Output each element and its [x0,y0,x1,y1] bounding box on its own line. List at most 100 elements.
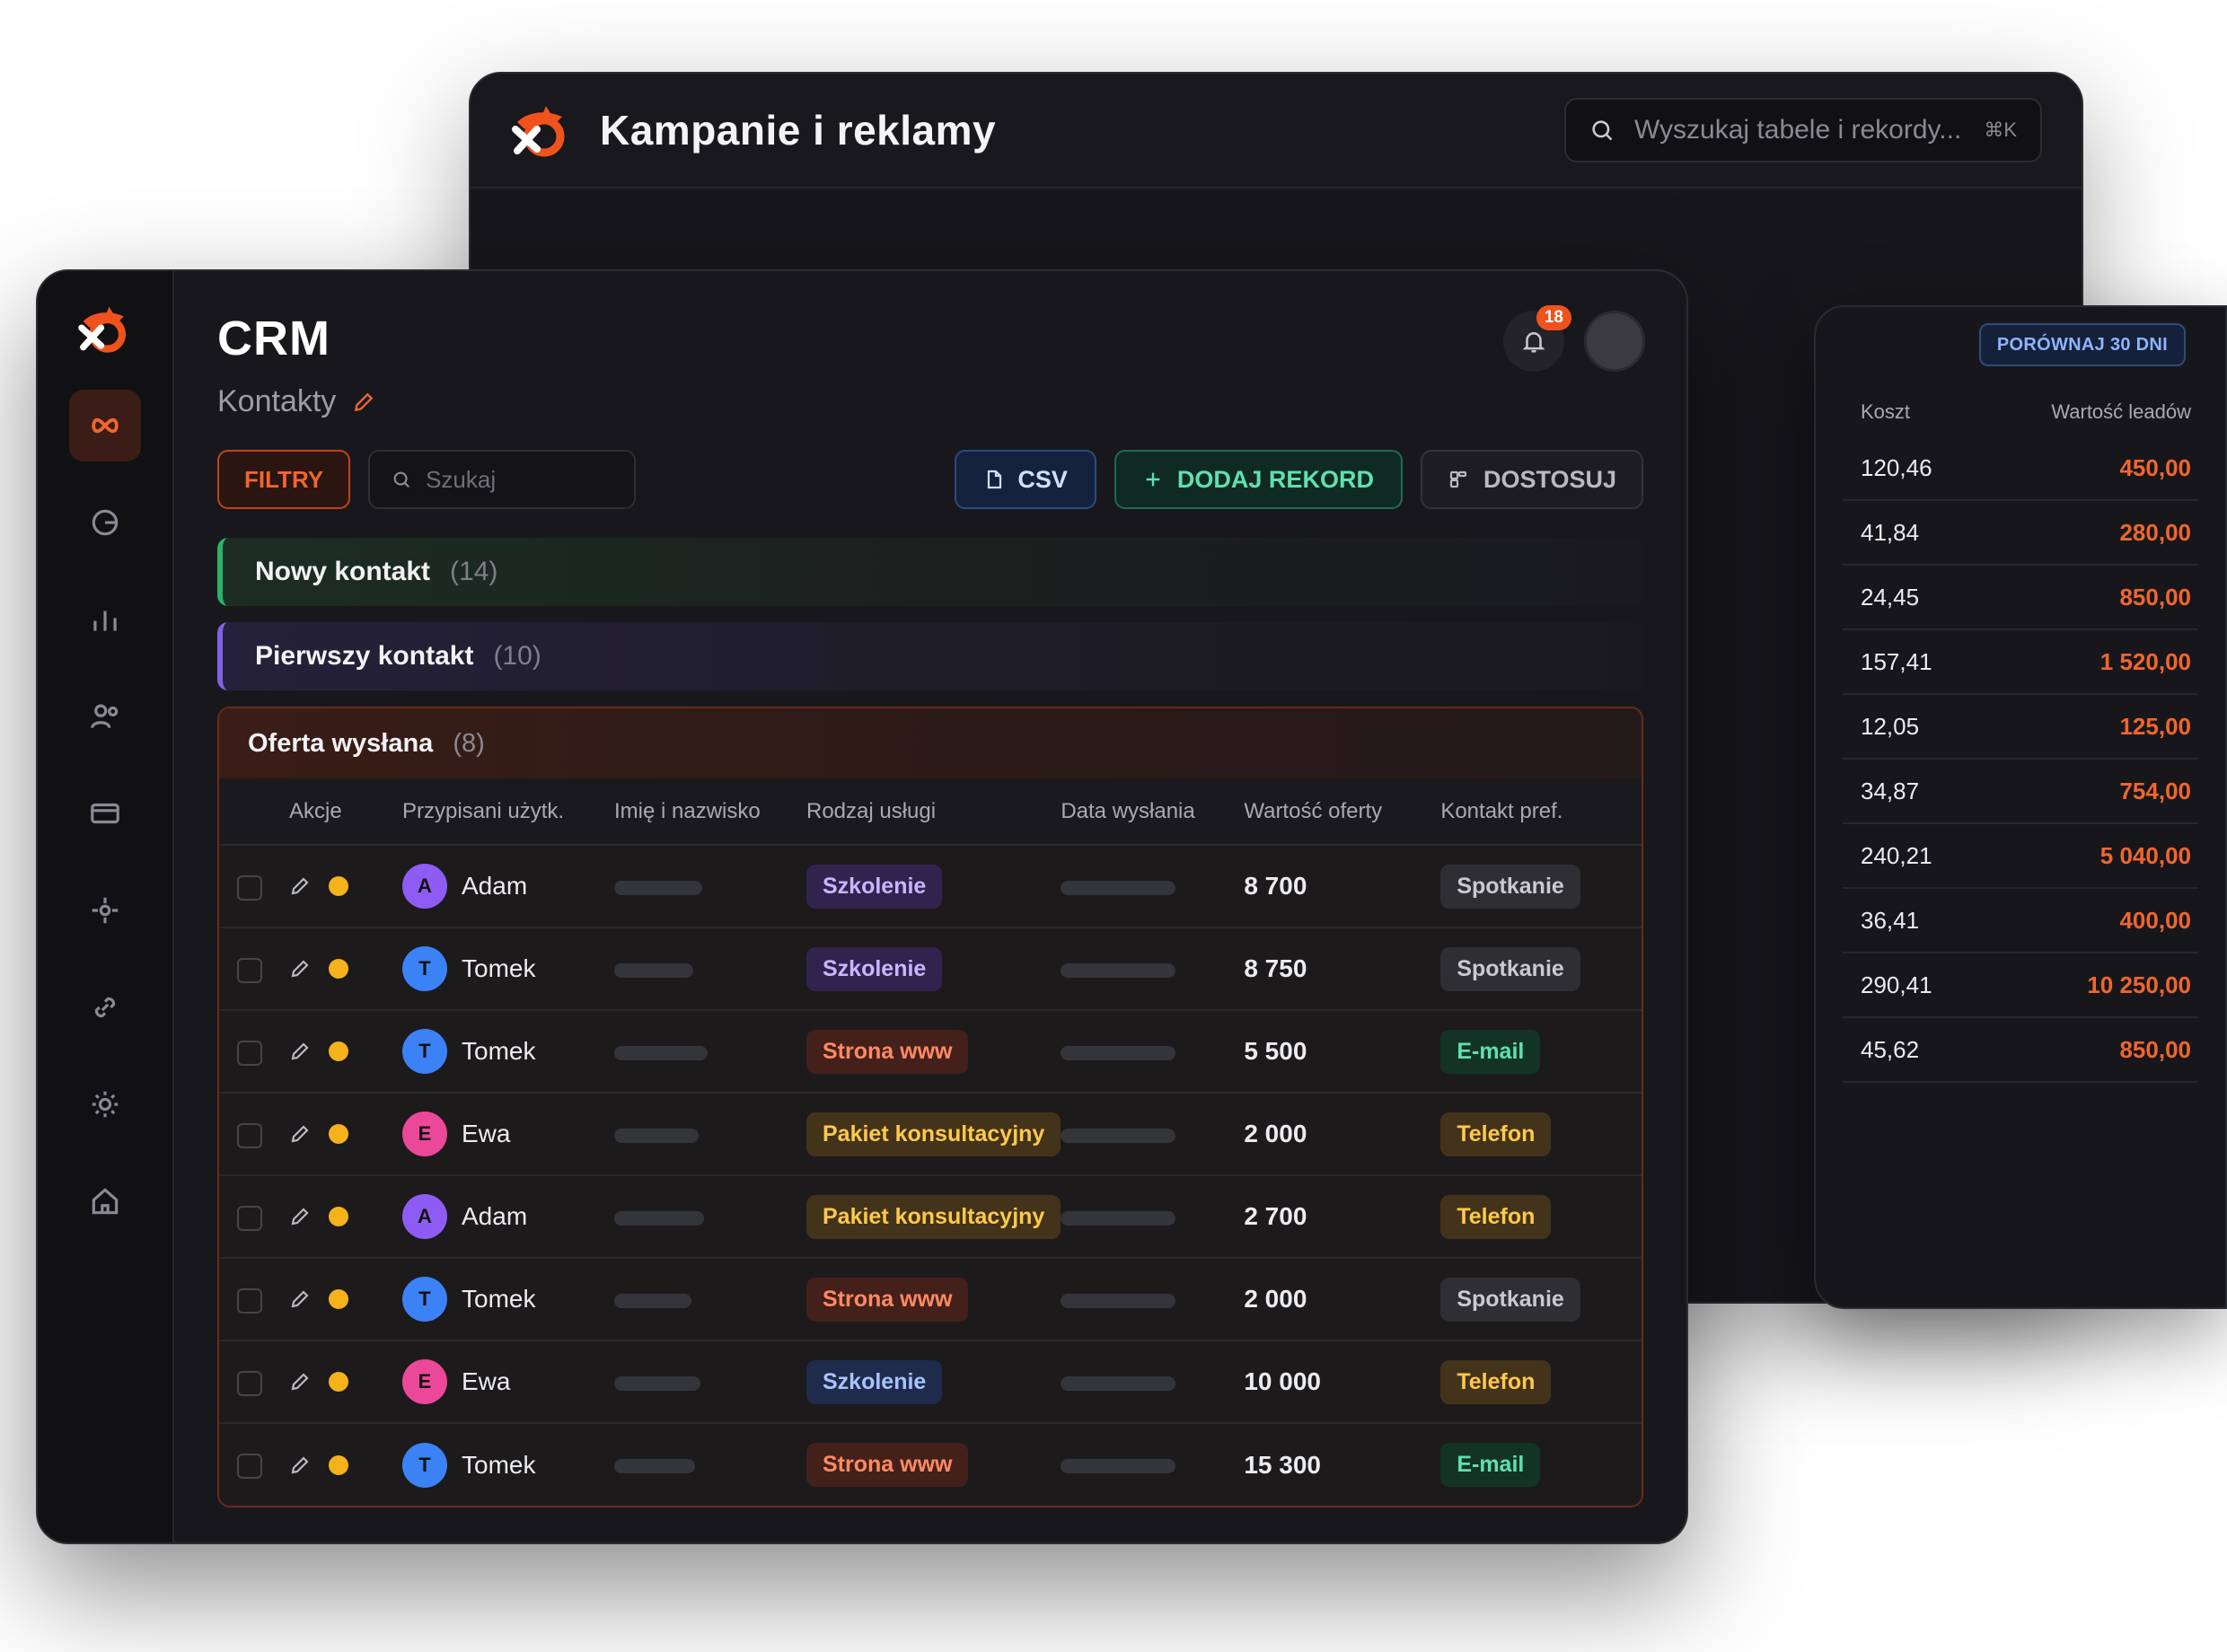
preferred-contact-cell: Spotkanie [1440,845,1642,928]
sidebar-item-reports[interactable] [69,584,141,655]
offer-value-cell: 8 700 [1244,845,1441,928]
edit-icon[interactable] [289,1123,311,1145]
sidebar-item-home[interactable] [69,1165,141,1237]
search-input[interactable] [426,465,606,494]
sidebar-item-integrations[interactable] [69,874,141,946]
table-row[interactable]: E Ewa Szkolenie 10 000 Telefon [219,1340,1642,1424]
row-checkbox[interactable] [237,1122,262,1148]
offer-value-cell: 15 300 [1244,1450,1321,1479]
row-checkbox[interactable] [237,1370,262,1396]
select-cell [219,1010,289,1094]
service-cell: Strona www [806,1258,1061,1341]
customize-button[interactable]: DOSTOSUJ [1420,450,1643,509]
service-cell: Szkolenie [806,927,1061,1011]
avatar: E [402,1359,447,1404]
add-record-button[interactable]: DODAJ REKORD [1114,450,1403,509]
group-new-contact[interactable]: Nowy kontakt (14) [217,538,1643,606]
filters-button[interactable]: FILTRY [217,450,351,509]
actions-cell [289,1340,402,1424]
edit-icon[interactable] [289,958,311,980]
row-checkbox[interactable] [237,1454,262,1480]
edit-icon[interactable] [289,1288,311,1310]
plus-icon [1146,472,1160,487]
offer-value-cell: 8 750 [1244,927,1441,1011]
sidebar-item-settings[interactable] [69,1068,141,1140]
contact-tag: Telefon [1440,1359,1552,1404]
row-checkbox[interactable] [237,957,262,983]
table-row[interactable]: 45,62 850,00 [1843,1018,2198,1083]
status-dot [329,1124,348,1144]
edit-icon[interactable] [289,1206,311,1227]
edit-icon[interactable] [289,875,311,897]
service-cell: Strona www [806,1010,1061,1094]
sidebar-item-billing[interactable] [69,778,141,849]
credit-card-icon [91,803,119,824]
lead-value-cell: 125,00 [2119,712,2191,740]
col-offer-value: Wartość oferty [1244,778,1441,846]
sidebar-item-links[interactable] [69,971,141,1043]
row-checkbox[interactable] [237,1205,262,1231]
crm-content: CRM Kontakty 18 FILTRY Szukaj CSV DODAJ … [174,271,1686,1542]
global-search-input[interactable]: Wyszukaj tabele i rekordy... ⌘K [1564,98,2042,163]
edit-view-icon[interactable] [352,391,375,414]
infinity-icon [92,417,119,434]
avatar: T [402,1277,447,1322]
user-name: Tomek [462,1037,536,1065]
group-offer-sent-header[interactable]: Oferta wysłana (8) [219,708,1642,778]
table-row[interactable]: 120,46 450,00 [1843,436,2198,501]
edit-icon[interactable] [289,1454,311,1476]
placeholder-bar [1061,1459,1176,1474]
table-row[interactable]: T Tomek Strona www 5 500 E-mail [219,1010,1642,1094]
offers-table-body: A Adam Szkolenie 8 700 Spotkanie T Tomek Szkole… [219,845,1642,1506]
export-csv-button[interactable]: CSV [955,450,1096,509]
compare-30-days-button[interactable]: PORÓWNAJ 30 DNI [1978,323,2186,366]
table-row[interactable]: 24,45 850,00 [1843,566,2198,630]
table-row[interactable]: T Tomek Strona www 2 000 Spotkanie [219,1258,1642,1341]
assigned-user-cell: T Tomek [402,1423,614,1506]
table-row[interactable]: A Adam Szkolenie 8 700 Spotkanie [219,845,1642,928]
table-row[interactable]: 290,41 10 250,00 [1843,953,2198,1018]
service-tag: Strona www [806,1443,969,1487]
status-dot [329,1289,348,1309]
group-first-contact[interactable]: Pierwszy kontakt (10) [217,622,1643,690]
lead-value-cell: 5 040,00 [2099,841,2191,869]
link-icon [94,997,116,1018]
sent-date-cell [1061,1010,1245,1094]
placeholder-bar [1061,1045,1176,1060]
gear-icon [92,1091,119,1118]
table-row[interactable]: 36,41 400,00 [1843,889,2198,953]
group-label: Oferta wysłana [248,728,434,758]
crm-window: CRM Kontakty 18 FILTRY Szukaj CSV DODAJ … [36,269,1688,1544]
user-avatar[interactable] [1584,311,1645,372]
notifications-button[interactable]: 18 [1503,305,1571,372]
edit-icon[interactable] [289,1371,311,1393]
sidebar-item-dashboard[interactable] [69,487,141,558]
table-row[interactable]: 34,87 754,00 [1843,760,2198,824]
table-row[interactable]: E Ewa Pakiet konsultacyjny 2 000 Telefon [219,1093,1642,1176]
group-count: (10) [493,641,541,671]
table-row[interactable]: 157,41 1 520,00 [1843,630,2198,695]
layout-icon [1449,470,1467,488]
table-row[interactable]: 41,84 280,00 [1843,501,2198,566]
placeholder-bar [614,1375,700,1391]
users-icon [91,704,119,729]
customize-label: DOSTOSUJ [1483,465,1616,493]
table-row[interactable]: T Tomek Szkolenie 8 750 Spotkanie [219,927,1642,1011]
pie-chart-icon [92,509,119,536]
avatar: E [402,1112,447,1156]
table-header-row: Akcje Przypisani użytk. Imię i nazwisko … [219,778,1642,846]
row-checkbox[interactable] [237,1040,262,1066]
sidebar-item-crm[interactable] [69,390,141,461]
edit-icon[interactable] [289,1041,311,1062]
sidebar-item-users[interactable] [69,681,141,752]
view-name: Kontakty [217,384,337,418]
table-row[interactable]: T Tomek Strona www 15 300 E-mail [219,1423,1642,1506]
col-sent-date: Data wysłania [1061,778,1245,846]
row-checkbox[interactable] [237,1287,262,1314]
table-row[interactable]: 240,21 5 040,00 [1843,824,2198,889]
row-checkbox[interactable] [237,874,262,901]
table-row[interactable]: A Adam Pakiet konsultacyjny 2 700 Telefon [219,1175,1642,1259]
select-cell [219,845,289,928]
table-row[interactable]: 12,05 125,00 [1843,695,2198,760]
preferred-contact-cell: E-mail [1440,1423,1642,1506]
